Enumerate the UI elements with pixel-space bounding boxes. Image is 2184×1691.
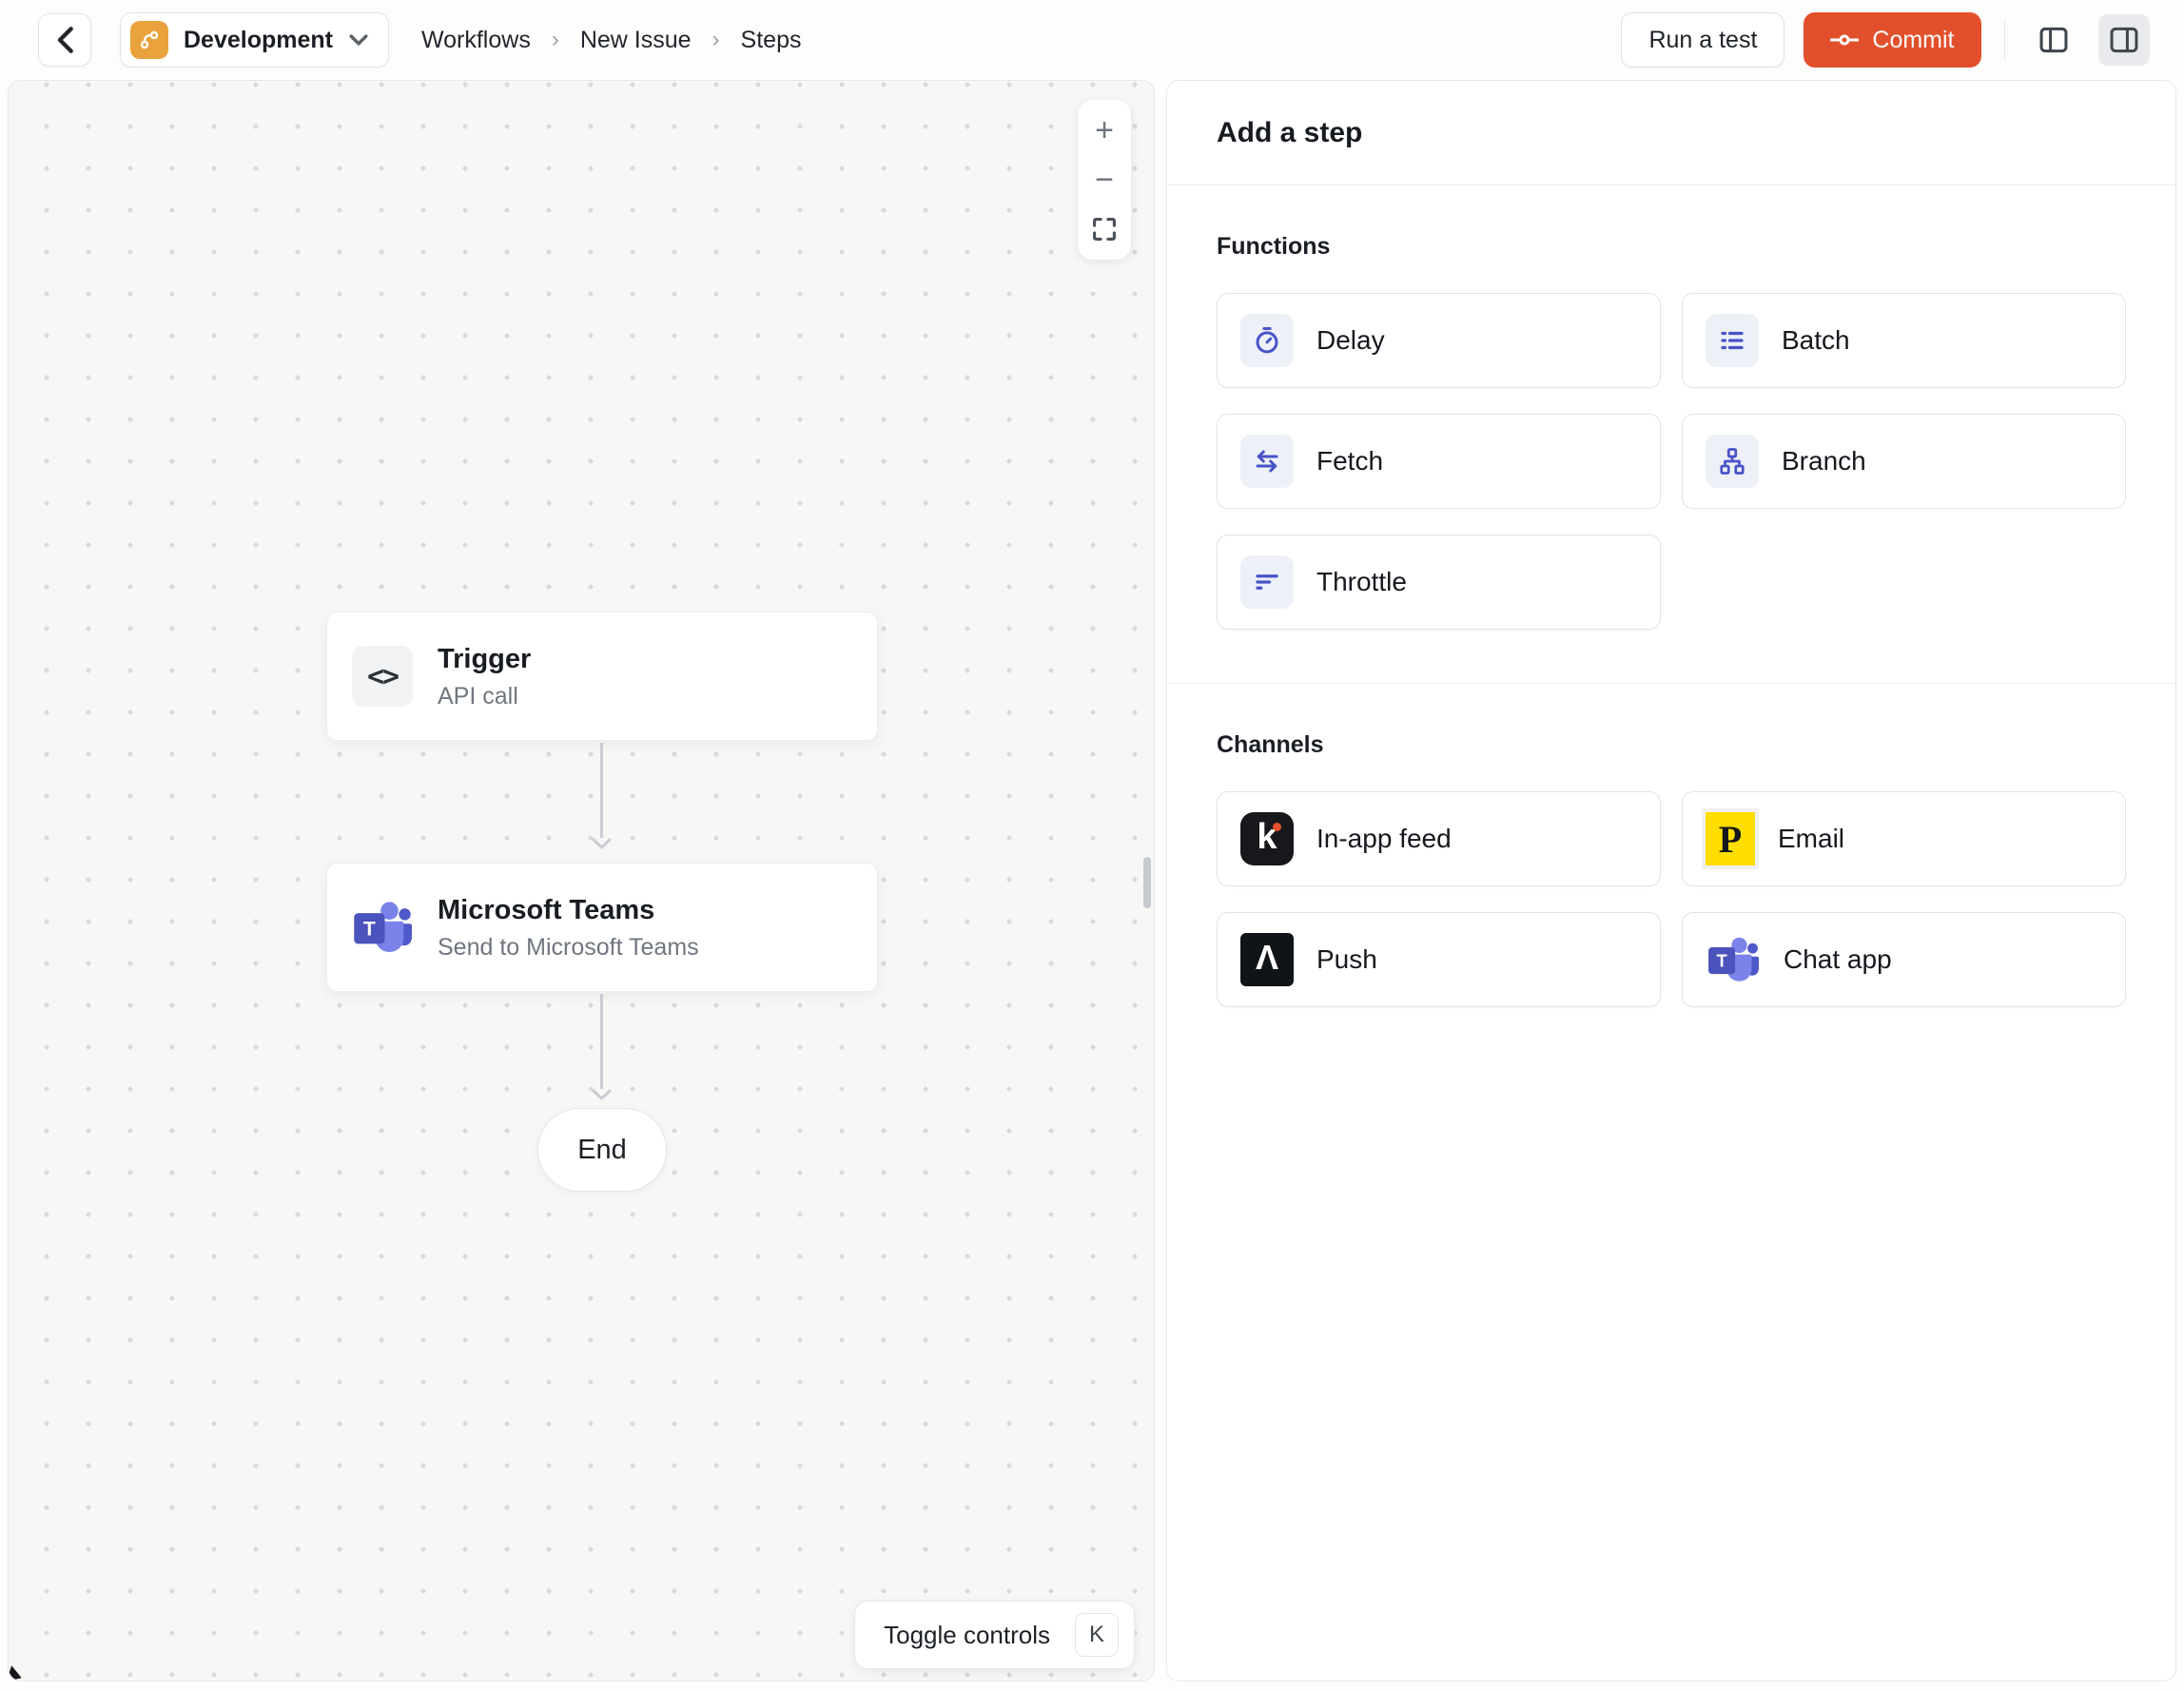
toggle-right-panel-button[interactable] [2098, 14, 2150, 66]
commit-button[interactable]: Commit [1804, 12, 1981, 68]
back-button[interactable] [38, 13, 91, 67]
edge-line [600, 994, 603, 1089]
expo-logo-icon: Λ [1240, 933, 1294, 986]
commit-icon [1830, 34, 1860, 46]
step-card-label: Push [1316, 944, 1377, 974]
breadcrumb-separator: › [551, 27, 559, 52]
add-step-panel: Add a step Functions Delay Batch Fetch B… [1166, 80, 2176, 1681]
canvas-zoom-controls: + − [1078, 100, 1131, 260]
breadcrumb-new-issue[interactable]: New Issue [580, 27, 692, 54]
environment-dropdown[interactable]: Development [120, 12, 389, 68]
toggle-left-panel-button[interactable] [2028, 14, 2079, 66]
top-bar: Development Workflows › New Issue › Step… [0, 0, 2184, 80]
toggle-controls-label: Toggle controls [884, 1620, 1050, 1649]
sidebar-right-icon [2110, 27, 2138, 53]
chevron-down-icon [349, 34, 368, 46]
end-node[interactable]: End [537, 1108, 667, 1192]
svg-text:T: T [363, 919, 376, 941]
microsoft-teams-logo: T [1708, 937, 1759, 982]
breadcrumb-steps[interactable]: Steps [741, 27, 802, 54]
list-icon [1706, 314, 1759, 367]
step-card-label: Email [1778, 824, 1845, 853]
channels-grid: k In-app feed P Email Λ Push T Chat app [1217, 791, 2126, 1007]
step-card-chat-app[interactable]: T Chat app [1682, 912, 2126, 1007]
postmark-logo-icon: P [1702, 808, 1759, 869]
microsoft-teams-icon: T [1706, 932, 1761, 987]
topbar-actions: Run a test Commit [1621, 12, 2150, 68]
teams-node-title: Microsoft Teams [438, 895, 655, 926]
step-card-branch[interactable]: Branch [1682, 414, 2126, 509]
step-card-fetch[interactable]: Fetch [1217, 414, 1661, 509]
step-card-push[interactable]: Λ Push [1217, 912, 1661, 1007]
functions-section-label: Functions [1217, 233, 1331, 260]
keyboard-shortcut-badge: K [1075, 1613, 1119, 1657]
canvas-scrollbar[interactable] [1143, 857, 1151, 908]
stopwatch-glyph [1256, 327, 1278, 354]
step-card-delay[interactable]: Delay [1217, 293, 1661, 388]
step-card-label: In-app feed [1316, 824, 1452, 853]
step-card-email[interactable]: P Email [1682, 791, 2126, 886]
step-card-label: Batch [1782, 325, 1850, 355]
code-icon: <> [352, 646, 413, 707]
step-card-label: Chat app [1784, 944, 1892, 974]
panel-title: Add a step [1217, 116, 1363, 148]
breadcrumb-workflows[interactable]: Workflows [421, 27, 531, 54]
microsoft-teams-node[interactable]: T Microsoft Teams Send to Microsoft Team… [326, 863, 878, 992]
edge-arrowhead-icon [592, 1089, 612, 1100]
swap-arrows-icon [1240, 435, 1294, 488]
filter-lines-icon [1240, 555, 1294, 609]
functions-grid: Delay Batch Fetch Branch Throttle [1217, 293, 2126, 630]
filter-lines-glyph [1256, 574, 1278, 590]
zoom-out-button[interactable]: − [1078, 155, 1131, 204]
chevron-left-icon [57, 27, 73, 53]
step-card-batch[interactable]: Batch [1682, 293, 2126, 388]
knock-logo-icon: k [1240, 812, 1294, 865]
workflow-canvas[interactable]: + − <> Trigger API call T Microsoft Team… [8, 80, 1155, 1681]
fit-view-button[interactable] [1078, 204, 1131, 254]
fullscreen-icon [1093, 218, 1116, 241]
zoom-in-button[interactable]: + [1078, 106, 1131, 155]
environment-label: Development [184, 26, 333, 53]
step-card-throttle[interactable]: Throttle [1217, 535, 1661, 630]
step-card-label: Branch [1782, 446, 1866, 476]
environment-icon [130, 21, 168, 59]
mouse-cursor [9, 1665, 25, 1681]
channels-section-label: Channels [1217, 731, 1324, 758]
tree-branch-glyph [1720, 448, 1745, 475]
svg-text:T: T [1717, 951, 1728, 971]
breadcrumb-separator: › [712, 27, 720, 52]
step-card-label: Delay [1316, 325, 1385, 355]
edge-line [600, 743, 603, 838]
teams-node-subtitle: Send to Microsoft Teams [438, 933, 699, 961]
functions-section: Functions Delay Batch Fetch Branch Throt… [1167, 185, 2175, 683]
trigger-node-title: Trigger [438, 644, 532, 675]
trigger-node-subtitle: API call [438, 682, 518, 709]
tree-branch-icon [1706, 435, 1759, 488]
sidebar-left-icon [2039, 27, 2068, 53]
list-glyph [1721, 331, 1744, 350]
trigger-node[interactable]: <> Trigger API call [326, 612, 878, 741]
toggle-controls-button[interactable]: Toggle controls K [854, 1601, 1135, 1669]
channels-section: Channels k In-app feed P Email Λ Push T … [1167, 683, 2175, 1060]
divider [2003, 20, 2005, 60]
step-card-in-app-feed[interactable]: k In-app feed [1217, 791, 1661, 886]
workflow-branch-icon [140, 30, 159, 49]
panel-header: Add a step [1167, 81, 2175, 185]
microsoft-teams-icon: T [352, 897, 413, 958]
step-card-label: Fetch [1316, 446, 1384, 476]
run-a-test-button[interactable]: Run a test [1621, 12, 1785, 68]
commit-label: Commit [1872, 26, 1955, 53]
main-area: + − <> Trigger API call T Microsoft Team… [0, 80, 2184, 1681]
knock-dot [1273, 823, 1281, 831]
step-card-label: Throttle [1316, 567, 1407, 596]
stopwatch-icon [1240, 314, 1294, 367]
breadcrumb: Workflows › New Issue › Steps [421, 27, 802, 54]
microsoft-teams-logo: T [354, 902, 412, 953]
edge-arrowhead-icon [592, 838, 612, 849]
swap-arrows-glyph [1256, 450, 1278, 473]
